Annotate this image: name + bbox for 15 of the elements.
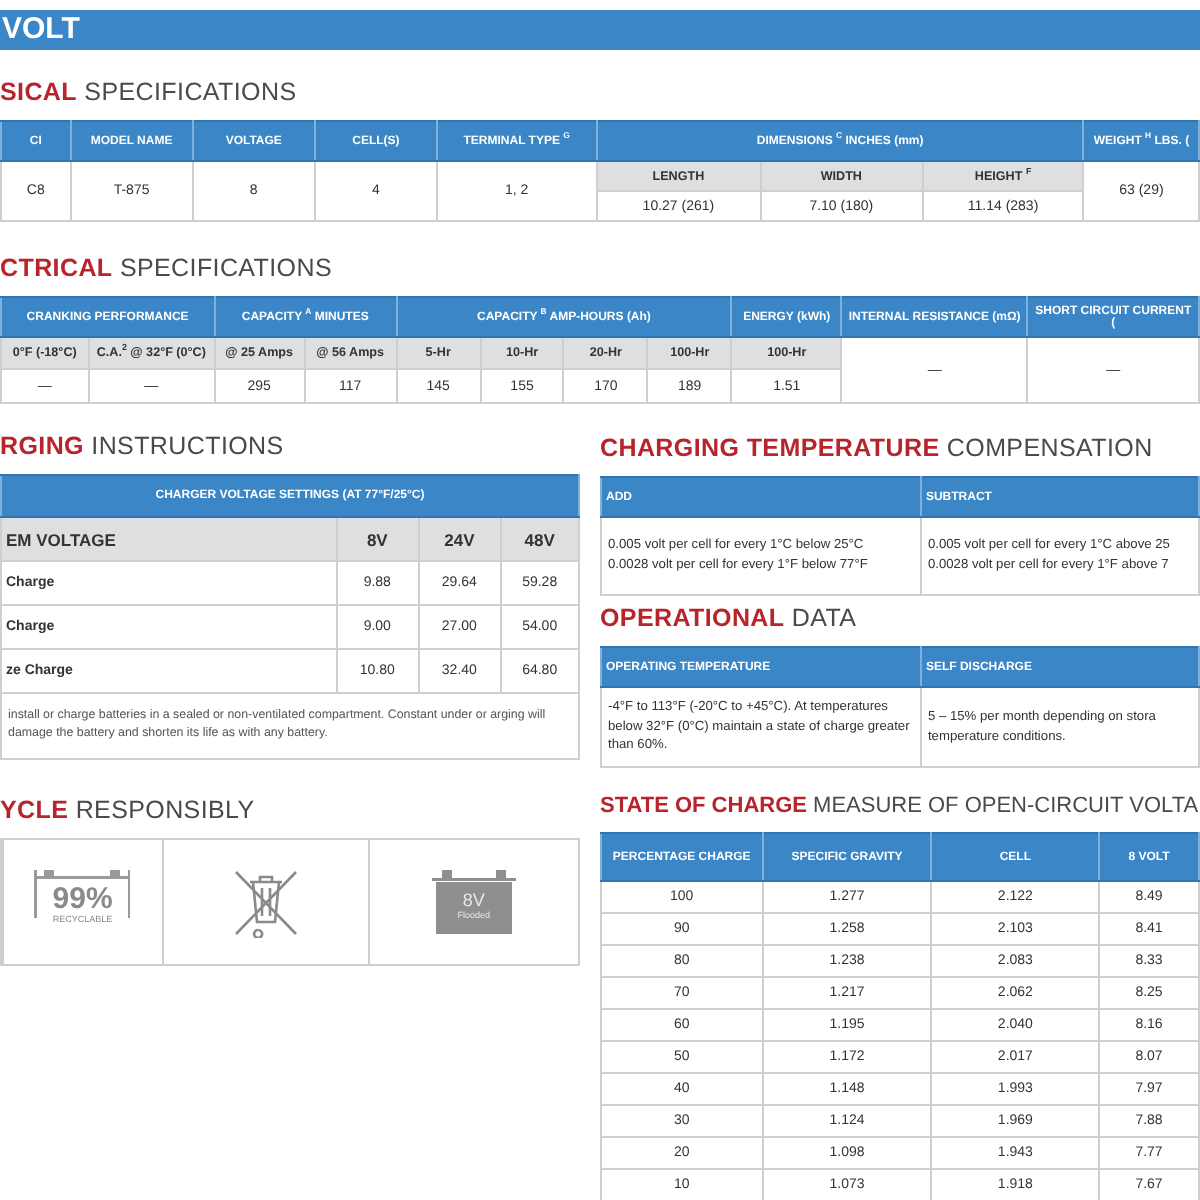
- column-header: 24V: [418, 517, 501, 561]
- column-header: 8V: [336, 517, 419, 561]
- crossed-bin-icon: [233, 866, 298, 938]
- section-title: SICAL SPECIFICATIONS: [0, 78, 297, 106]
- section-title: YCLE RESPONSIBLY: [0, 796, 255, 824]
- section-title: RGING INSTRUCTIONS: [0, 432, 284, 460]
- section-title: CTRICAL SPECIFICATIONS: [0, 254, 332, 282]
- percent-label: 99%: [52, 884, 113, 914]
- column-header: 48V: [500, 517, 579, 561]
- section-title: OPERATIONAL DATA: [600, 604, 857, 632]
- voltage-label: 8V: [462, 890, 485, 910]
- section-title: CHARGING TEMPERATURE COMPENSATION: [600, 434, 1153, 462]
- section-title: STATE OF CHARGE MEASURE OF OPEN-CIRCUIT VOLTA: [600, 794, 1199, 818]
- column-header: EM VOLTAGE: [1, 517, 337, 561]
- title-banner: VOLT: [0, 10, 1200, 50]
